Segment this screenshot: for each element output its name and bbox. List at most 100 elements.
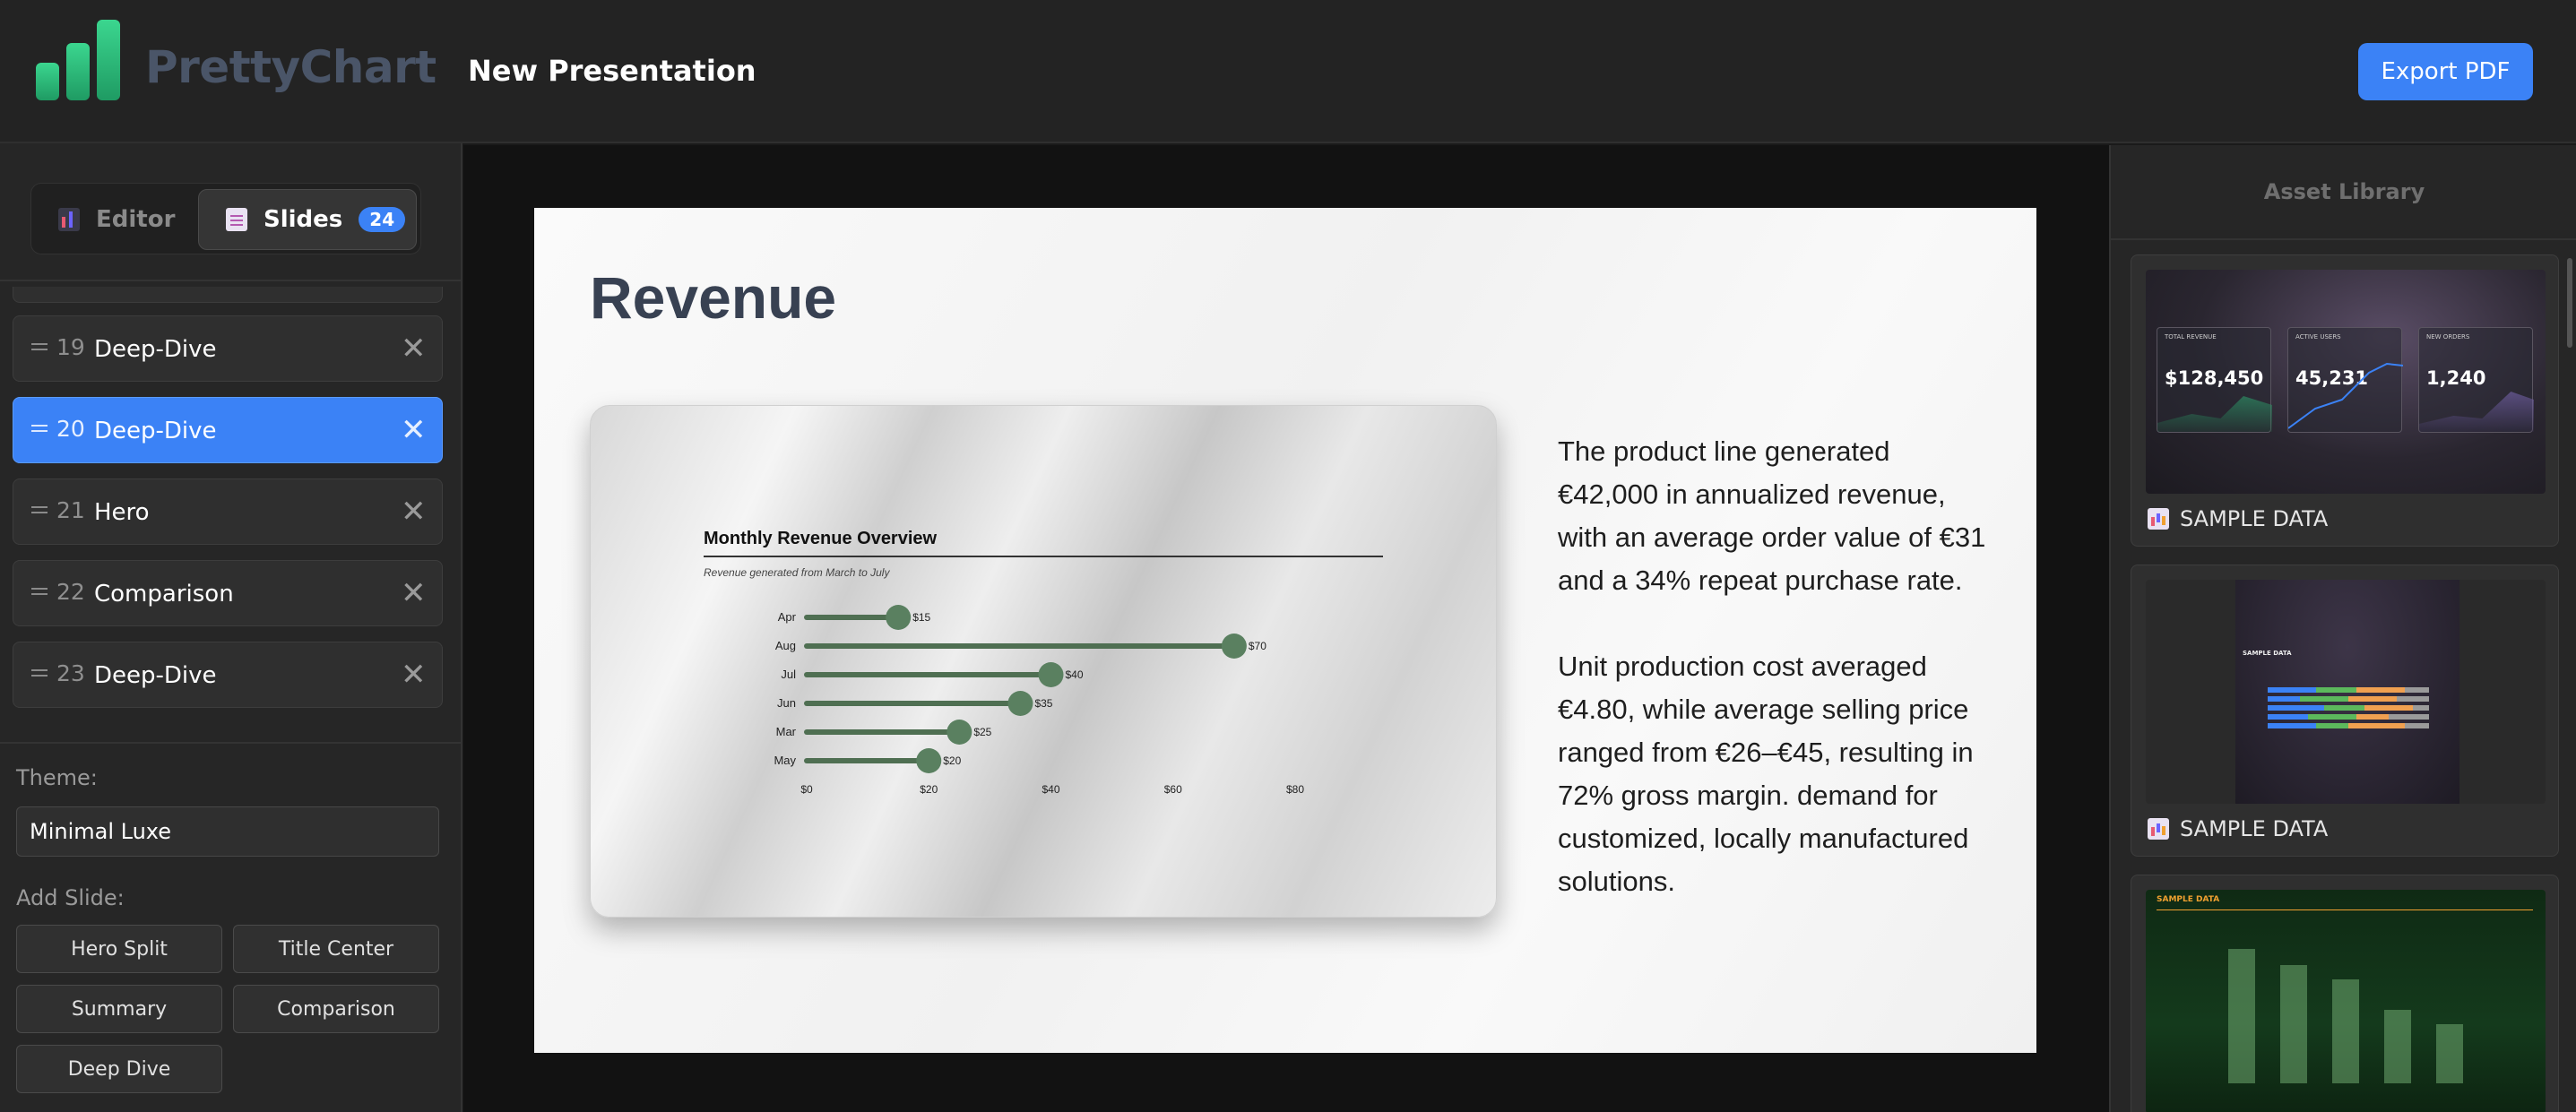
kpi-name: NEW ORDERS	[2426, 333, 2470, 340]
tab-editor-label: Editor	[96, 206, 176, 233]
divider	[0, 742, 461, 744]
x-tick-label: $40	[1042, 783, 1059, 796]
app-header: PrettyChart New Presentation Export PDF	[0, 0, 2576, 143]
close-icon[interactable]: ✕	[401, 657, 427, 693]
slide-item[interactable]: 23 Deep-Dive ✕	[13, 642, 443, 708]
chart-icon	[58, 208, 80, 231]
theme-select[interactable]: Minimal Luxe	[16, 806, 439, 857]
value-label: $70	[1249, 640, 1266, 652]
export-pdf-button[interactable]: Export PDF	[2358, 43, 2533, 100]
drag-handle-icon[interactable]	[31, 425, 48, 427]
lollipop-dot	[1007, 691, 1033, 716]
thumbnail-heading: SAMPLE DATA	[2243, 650, 2292, 657]
slide-item[interactable]: 19 Deep-Dive ✕	[13, 315, 443, 382]
lollipop-dot	[886, 605, 912, 630]
slide-canvas: Revenue Monthly Revenue Overview Revenue…	[463, 145, 2109, 1112]
lollipop-dot	[916, 748, 942, 773]
divider	[0, 280, 461, 281]
lollipop-dot	[1038, 662, 1064, 687]
asset-thumbnail: SAMPLE DATA	[2146, 580, 2546, 804]
chart-card[interactable]: Monthly Revenue Overview Revenue generat…	[590, 405, 1497, 918]
slide-name: Comparison	[94, 581, 234, 608]
add-summary-button[interactable]: Summary	[16, 985, 222, 1033]
divider	[2111, 238, 2576, 240]
add-deep-dive-button[interactable]: Deep Dive	[16, 1045, 222, 1093]
slide-title[interactable]: Revenue	[590, 263, 836, 332]
x-tick-label: $20	[920, 783, 938, 796]
slide-item[interactable]: 22 Comparison ✕	[13, 560, 443, 626]
chart-icon	[2148, 818, 2169, 840]
slide-number: 20	[56, 416, 85, 442]
category-label: Mar	[776, 725, 797, 738]
value-label: $20	[943, 754, 961, 767]
kpi-card: ACTIVE USERS 45,231	[2287, 327, 2403, 433]
document-icon	[226, 208, 247, 231]
theme-label: Theme:	[16, 765, 98, 790]
kpi-name: TOTAL REVENUE	[2165, 333, 2217, 340]
logo-icon	[36, 20, 122, 100]
slide-preview[interactable]: Revenue Monthly Revenue Overview Revenue…	[534, 208, 2036, 1053]
add-title-center-button[interactable]: Title Center	[233, 925, 439, 973]
kpi-value: 1,240	[2426, 367, 2486, 389]
close-icon[interactable]: ✕	[401, 331, 427, 366]
slide-item-partial[interactable]	[13, 287, 443, 303]
close-icon[interactable]: ✕	[401, 494, 427, 530]
document-title[interactable]: New Presentation	[468, 54, 756, 88]
asset-card[interactable]: SAMPLE DATA SAMPLE DATA	[2131, 565, 2559, 857]
chart-title: Monthly Revenue Overview	[704, 529, 938, 548]
slide-number: 22	[56, 579, 85, 605]
slide-body[interactable]: The product line generated €42,000 in an…	[1558, 430, 1988, 946]
category-label: Apr	[778, 610, 797, 624]
close-icon[interactable]: ✕	[401, 412, 427, 448]
slide-name: Hero	[94, 499, 150, 526]
body-paragraph: Unit production cost averaged €4.80, whi…	[1558, 651, 1974, 897]
add-comparison-button[interactable]: Comparison	[233, 985, 439, 1033]
drag-handle-icon[interactable]	[31, 669, 48, 671]
asset-library-title: Asset Library	[2263, 179, 2425, 204]
brand-name: PrettyChart	[145, 41, 437, 93]
body-paragraph: The product line generated €42,000 in an…	[1558, 435, 1986, 596]
asset-label: SAMPLE DATA	[2148, 816, 2328, 841]
x-tick-label: $60	[1164, 783, 1182, 796]
chart-icon	[2148, 508, 2169, 530]
asset-thumbnail: SAMPLE DATA	[2146, 890, 2546, 1112]
asset-library-panel: Asset Library TOTAL REVENUE $128,450 ACT…	[2109, 145, 2576, 1112]
thumbnail-heading: SAMPLE DATA	[2157, 895, 2220, 904]
asset-thumbnail: TOTAL REVENUE $128,450 ACTIVE USERS 45,2…	[2146, 270, 2546, 494]
view-tabs: Editor Slides 24	[30, 183, 421, 254]
x-tick-label: $80	[1286, 783, 1304, 796]
tab-slides-label: Slides	[264, 206, 343, 233]
drag-handle-icon[interactable]	[31, 588, 48, 590]
category-label: Aug	[775, 639, 796, 652]
chart-subtitle: Revenue generated from March to July	[704, 566, 890, 579]
value-label: $15	[912, 611, 930, 624]
asset-card[interactable]: SAMPLE DATA	[2131, 875, 2559, 1112]
tab-editor[interactable]: Editor	[58, 189, 175, 250]
lollipop-dot	[1221, 634, 1247, 659]
value-label: $35	[1034, 697, 1052, 710]
add-hero-split-button[interactable]: Hero Split	[16, 925, 222, 973]
slide-item-active[interactable]: 20 Deep-Dive ✕	[13, 397, 443, 463]
asset-card[interactable]: TOTAL REVENUE $128,450 ACTIVE USERS 45,2…	[2131, 254, 2559, 547]
kpi-value: $128,450	[2165, 367, 2264, 389]
kpi-card: TOTAL REVENUE $128,450	[2157, 327, 2272, 433]
kpi-card: NEW ORDERS 1,240	[2418, 327, 2534, 433]
slide-number: 21	[56, 497, 85, 523]
slide-name: Deep-Dive	[94, 336, 217, 363]
slide-number: 19	[56, 334, 85, 360]
tab-slides[interactable]: Slides 24	[198, 189, 417, 250]
close-icon[interactable]: ✕	[401, 575, 427, 611]
slide-item[interactable]: 21 Hero ✕	[13, 478, 443, 545]
slide-count-badge: 24	[359, 207, 406, 232]
revenue-chart: Monthly Revenue Overview Revenue generat…	[704, 529, 1383, 796]
category-label: Jul	[781, 668, 796, 681]
drag-handle-icon[interactable]	[31, 506, 48, 508]
asset-label: SAMPLE DATA	[2148, 506, 2328, 531]
category-label: Jun	[777, 696, 796, 710]
scrollbar[interactable]	[2567, 258, 2572, 348]
value-label: $40	[1066, 668, 1084, 681]
x-tick-label: $0	[800, 783, 813, 796]
slide-name: Deep-Dive	[94, 418, 217, 444]
add-slide-label: Add Slide:	[16, 885, 125, 910]
drag-handle-icon[interactable]	[31, 343, 48, 345]
